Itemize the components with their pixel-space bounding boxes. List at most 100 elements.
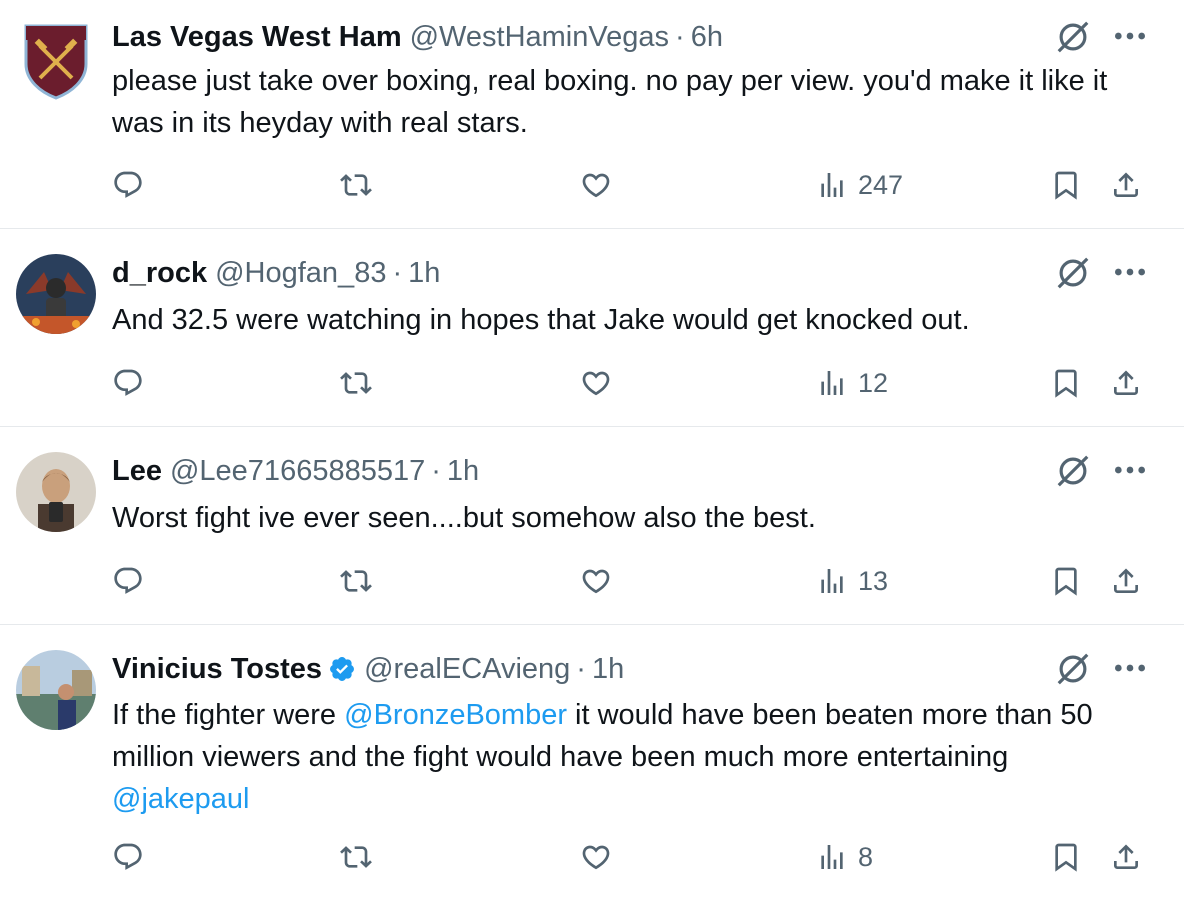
avatar-image — [16, 650, 96, 730]
like-icon — [580, 367, 612, 399]
share-icon — [1110, 367, 1142, 399]
verified-badge-icon — [328, 655, 356, 683]
mention-link[interactable]: @jakepaul — [112, 783, 249, 815]
grok-icon[interactable] — [1054, 650, 1092, 688]
share-button[interactable] — [1110, 559, 1142, 603]
reply-icon — [112, 565, 144, 597]
post-text: If the fighter were @BronzeBomber it wou… — [112, 694, 1152, 820]
post-text: And 32.5 were watching in hopes that Jak… — [112, 304, 970, 336]
author-name[interactable]: Las Vegas West Ham — [112, 21, 402, 54]
author-name[interactable]: Lee — [112, 455, 162, 488]
post-text: please just take over boxing, real boxin… — [112, 65, 1108, 139]
author-handle[interactable]: @realECAvieng — [364, 653, 570, 686]
views-count: 247 — [858, 169, 904, 200]
repost-icon — [340, 841, 372, 873]
share-button[interactable] — [1110, 361, 1142, 405]
separator: · — [576, 652, 586, 685]
more-icon[interactable] — [1110, 648, 1150, 688]
bookmark-icon — [1050, 565, 1082, 597]
like-button[interactable] — [580, 835, 612, 879]
like-icon — [580, 565, 612, 597]
bookmark-button[interactable] — [1050, 559, 1082, 603]
reply-button[interactable] — [112, 361, 144, 405]
timestamp[interactable]: 6h — [691, 21, 723, 54]
bookmark-icon — [1050, 841, 1082, 873]
repost-icon — [340, 565, 372, 597]
more-icon[interactable] — [1110, 252, 1150, 292]
action-bar: 13 — [0, 559, 1184, 603]
separator: · — [392, 256, 403, 289]
reply-button[interactable] — [112, 163, 144, 207]
action-bar: 247 — [0, 163, 1184, 207]
repost-button[interactable] — [340, 163, 372, 207]
post-text: Worst fight ive ever seen....but somehow… — [112, 502, 816, 534]
post-text-part: If the fighter were — [112, 699, 345, 731]
like-button[interactable] — [580, 559, 612, 603]
separator: · — [431, 454, 441, 487]
repost-button[interactable] — [340, 559, 372, 603]
repost-icon — [340, 367, 372, 399]
avatar[interactable] — [16, 20, 96, 100]
post-4[interactable]: Vinicius Tostes @realECAvieng · 1h If th… — [0, 625, 1184, 900]
avatar[interactable] — [16, 452, 96, 532]
reply-button[interactable] — [112, 559, 144, 603]
avatar[interactable] — [16, 254, 96, 334]
views-button[interactable]: 8 — [816, 835, 873, 879]
views-button[interactable]: 13 — [816, 559, 888, 603]
grok-icon[interactable] — [1054, 18, 1092, 56]
avatar-image — [16, 254, 96, 334]
share-icon — [1110, 169, 1142, 201]
like-icon — [580, 169, 612, 201]
share-button[interactable] — [1110, 835, 1142, 879]
bookmark-icon — [1050, 367, 1082, 399]
views-icon — [816, 565, 848, 597]
author-handle[interactable]: @Hogfan_83 — [215, 257, 386, 290]
author-name[interactable]: d_rock — [112, 257, 207, 290]
post-3[interactable]: Lee @Lee71665885517 · 1h Worst fight ive… — [0, 427, 1184, 625]
action-bar: 12 — [0, 361, 1184, 405]
views-count: 8 — [858, 841, 874, 872]
action-bar: 8 — [0, 835, 1184, 879]
reply-icon — [112, 841, 144, 873]
timestamp[interactable]: 1h — [447, 455, 479, 488]
views-count: 13 — [858, 565, 889, 596]
like-button[interactable] — [580, 361, 612, 405]
views-button[interactable]: 247 — [816, 163, 903, 207]
bookmark-icon — [1050, 169, 1082, 201]
grok-icon[interactable] — [1054, 254, 1092, 292]
post-2[interactable]: d_rock @Hogfan_83 · 1h And 32.5 were wat… — [0, 229, 1184, 427]
mention-link[interactable]: @BronzeBomber — [344, 699, 567, 731]
views-icon — [816, 367, 848, 399]
post-1[interactable]: Las Vegas West Ham @WestHaminVegas · 6h … — [0, 0, 1184, 229]
reply-icon — [112, 169, 144, 201]
author-handle[interactable]: @Lee71665885517 — [170, 455, 425, 488]
more-icon[interactable] — [1110, 16, 1150, 56]
club-crest-avatar — [24, 24, 88, 100]
author-name[interactable]: Vinicius Tostes — [112, 653, 322, 686]
bookmark-button[interactable] — [1050, 835, 1082, 879]
share-icon — [1110, 841, 1142, 873]
author-handle[interactable]: @WestHaminVegas — [410, 21, 669, 54]
avatar-image — [16, 452, 96, 532]
bookmark-button[interactable] — [1050, 163, 1082, 207]
timestamp[interactable]: 1h — [408, 257, 440, 290]
repost-button[interactable] — [340, 361, 372, 405]
views-icon — [816, 169, 848, 201]
like-icon — [580, 841, 612, 873]
timestamp[interactable]: 1h — [592, 653, 624, 686]
bookmark-button[interactable] — [1050, 361, 1082, 405]
reply-button[interactable] — [112, 835, 144, 879]
views-icon — [816, 841, 848, 873]
more-icon[interactable] — [1110, 450, 1150, 490]
reply-icon — [112, 367, 144, 399]
separator: · — [675, 20, 685, 53]
like-button[interactable] — [580, 163, 612, 207]
repost-icon — [340, 169, 372, 201]
share-icon — [1110, 565, 1142, 597]
grok-icon[interactable] — [1054, 452, 1092, 490]
repost-button[interactable] — [340, 835, 372, 879]
views-button[interactable]: 12 — [816, 361, 888, 405]
share-button[interactable] — [1110, 163, 1142, 207]
views-count: 12 — [858, 367, 889, 398]
avatar[interactable] — [16, 650, 96, 730]
